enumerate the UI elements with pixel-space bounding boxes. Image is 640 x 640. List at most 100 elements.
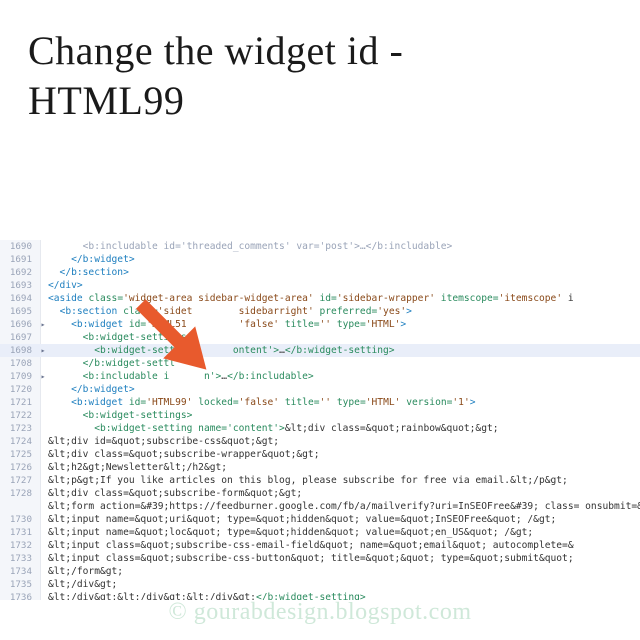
code-line: 1708 </b:widget-settl [0, 357, 640, 370]
code-text: &lt;/div&gt; [48, 578, 640, 591]
line-number: 1734 [0, 565, 38, 578]
fold-icon [38, 539, 48, 552]
code-line: 1731&lt;input name=&quot;loc&quot; type=… [0, 526, 640, 539]
fold-icon [38, 448, 48, 461]
code-line: 1734&lt;/form&gt; [0, 565, 640, 578]
code-text: &lt;p&gt;If you like articles on this bl… [48, 474, 640, 487]
line-number: 1694 [0, 292, 38, 305]
code-text: &lt;input class=&quot;subscribe-css-butt… [48, 552, 640, 565]
code-text: <b:includable i n'>…</b:includable> [48, 370, 640, 383]
code-line: 1732&lt;input class=&quot;subscribe-css-… [0, 539, 640, 552]
code-editor-screenshot: 1690 <b:includable id='threaded_comments… [0, 240, 640, 600]
code-text: &lt;input name=&quot;uri&quot; type=&quo… [48, 513, 640, 526]
code-line: 1735&lt;/div&gt; [0, 578, 640, 591]
fold-icon [38, 266, 48, 279]
code-text: &lt;div class=&quot;subscribe-form&quot;… [48, 487, 640, 500]
code-text: <b:widget-settings [48, 331, 640, 344]
fold-icon [38, 474, 48, 487]
code-line: 1726&lt;h2&gt;Newsletter&lt;/h2&gt; [0, 461, 640, 474]
fold-icon [38, 253, 48, 266]
fold-icon [38, 500, 48, 513]
code-line: 1727&lt;p&gt;If you like articles on thi… [0, 474, 640, 487]
fold-icon: ▸ [38, 318, 48, 331]
heading-line-2: HTML99 [28, 78, 184, 123]
code-text: <b:widget-setting name='content'>&lt;div… [48, 422, 640, 435]
code-line: 1721 <b:widget id='HTML99' locked='false… [0, 396, 640, 409]
fold-icon [38, 357, 48, 370]
line-number: 1691 [0, 253, 38, 266]
fold-icon [38, 435, 48, 448]
fold-icon [38, 396, 48, 409]
code-text: </div> [48, 279, 640, 292]
fold-icon [38, 513, 48, 526]
line-number: 1730 [0, 513, 38, 526]
fold-icon [38, 279, 48, 292]
fold-icon [38, 305, 48, 318]
fold-icon [38, 487, 48, 500]
line-number: 1695 [0, 305, 38, 318]
line-number: 1693 [0, 279, 38, 292]
line-number: 1731 [0, 526, 38, 539]
instruction-heading: Change the widget id - HTML99 [0, 0, 640, 126]
code-line: 1695 <b:section class='sidet sidebarrigh… [0, 305, 640, 318]
heading-line-1: Change the widget id - [28, 28, 403, 73]
line-number: 1721 [0, 396, 38, 409]
fold-icon [38, 565, 48, 578]
code-line: 1696▸ <b:widget id='HTML51 'false' title… [0, 318, 640, 331]
code-text: <b:includable id='threaded_comments' var… [48, 240, 640, 253]
fold-icon [38, 461, 48, 474]
code-body: 1690 <b:includable id='threaded_comments… [0, 240, 640, 600]
code-text: </b:widget> [48, 383, 640, 396]
fold-icon: ▸ [38, 370, 48, 383]
code-text: &lt;div id=&quot;subscribe-css&quot;&gt; [48, 435, 640, 448]
line-number: 1726 [0, 461, 38, 474]
code-text: </b:section> [48, 266, 640, 279]
code-line: 1693 </div> [0, 279, 640, 292]
code-text: &lt;div class=&quot;subscribe-wrapper&qu… [48, 448, 640, 461]
fold-icon [38, 292, 48, 305]
code-line: 1698▸ <b:widget-sett ontent'>…</b:widget… [0, 344, 640, 357]
code-line: 1690 <b:includable id='threaded_comments… [0, 240, 640, 253]
code-line: 1730&lt;input name=&quot;uri&quot; type=… [0, 513, 640, 526]
line-number: 1733 [0, 552, 38, 565]
line-number: 1708 [0, 357, 38, 370]
code-text: <b:widget-settings> [48, 409, 640, 422]
code-line: 1692 </b:section> [0, 266, 640, 279]
fold-icon [38, 526, 48, 539]
code-line: 1691 </b:widget> [0, 253, 640, 266]
code-line: &lt;form action=&#39;https://feedburner.… [0, 500, 640, 513]
line-number: 1697 [0, 331, 38, 344]
fold-icon [38, 331, 48, 344]
line-number [0, 500, 38, 513]
code-line: 1709▸ <b:includable i n'>…</b:includable… [0, 370, 640, 383]
code-text: <b:section class='sidet sidebarright' pr… [48, 305, 640, 318]
code-line: 1697 <b:widget-settings [0, 331, 640, 344]
line-number: 1720 [0, 383, 38, 396]
line-number: 1724 [0, 435, 38, 448]
document-root: Change the widget id - HTML99 1690 <b:in… [0, 0, 640, 640]
line-number: 1728 [0, 487, 38, 500]
line-number: 1698 [0, 344, 38, 357]
line-number: 1732 [0, 539, 38, 552]
code-text: &lt;/form&gt; [48, 565, 640, 578]
code-line: 1720 </b:widget> [0, 383, 640, 396]
code-text: <b:widget id='HTML51 'false' title='' ty… [48, 318, 640, 331]
fold-icon [38, 409, 48, 422]
code-text: <aside class='widget-area sidebar-widget… [48, 292, 640, 305]
line-number: 1692 [0, 266, 38, 279]
line-number: 1727 [0, 474, 38, 487]
code-line: 1728&lt;div class=&quot;subscribe-form&q… [0, 487, 640, 500]
code-line: 1722 <b:widget-settings> [0, 409, 640, 422]
line-number: 1723 [0, 422, 38, 435]
line-number: 1690 [0, 240, 38, 253]
line-number: 1722 [0, 409, 38, 422]
code-text: </b:widget-settl [48, 357, 640, 370]
fold-icon [38, 552, 48, 565]
fold-icon [38, 383, 48, 396]
line-number: 1735 [0, 578, 38, 591]
code-text: <b:widget-sett ontent'>…</b:widget-setti… [48, 344, 640, 357]
line-number: 1709 [0, 370, 38, 383]
code-text: &lt;form action=&#39;https://feedburner.… [48, 500, 640, 513]
watermark-text: © gourabdesign.blogspot.com [0, 599, 640, 626]
fold-icon [38, 578, 48, 591]
